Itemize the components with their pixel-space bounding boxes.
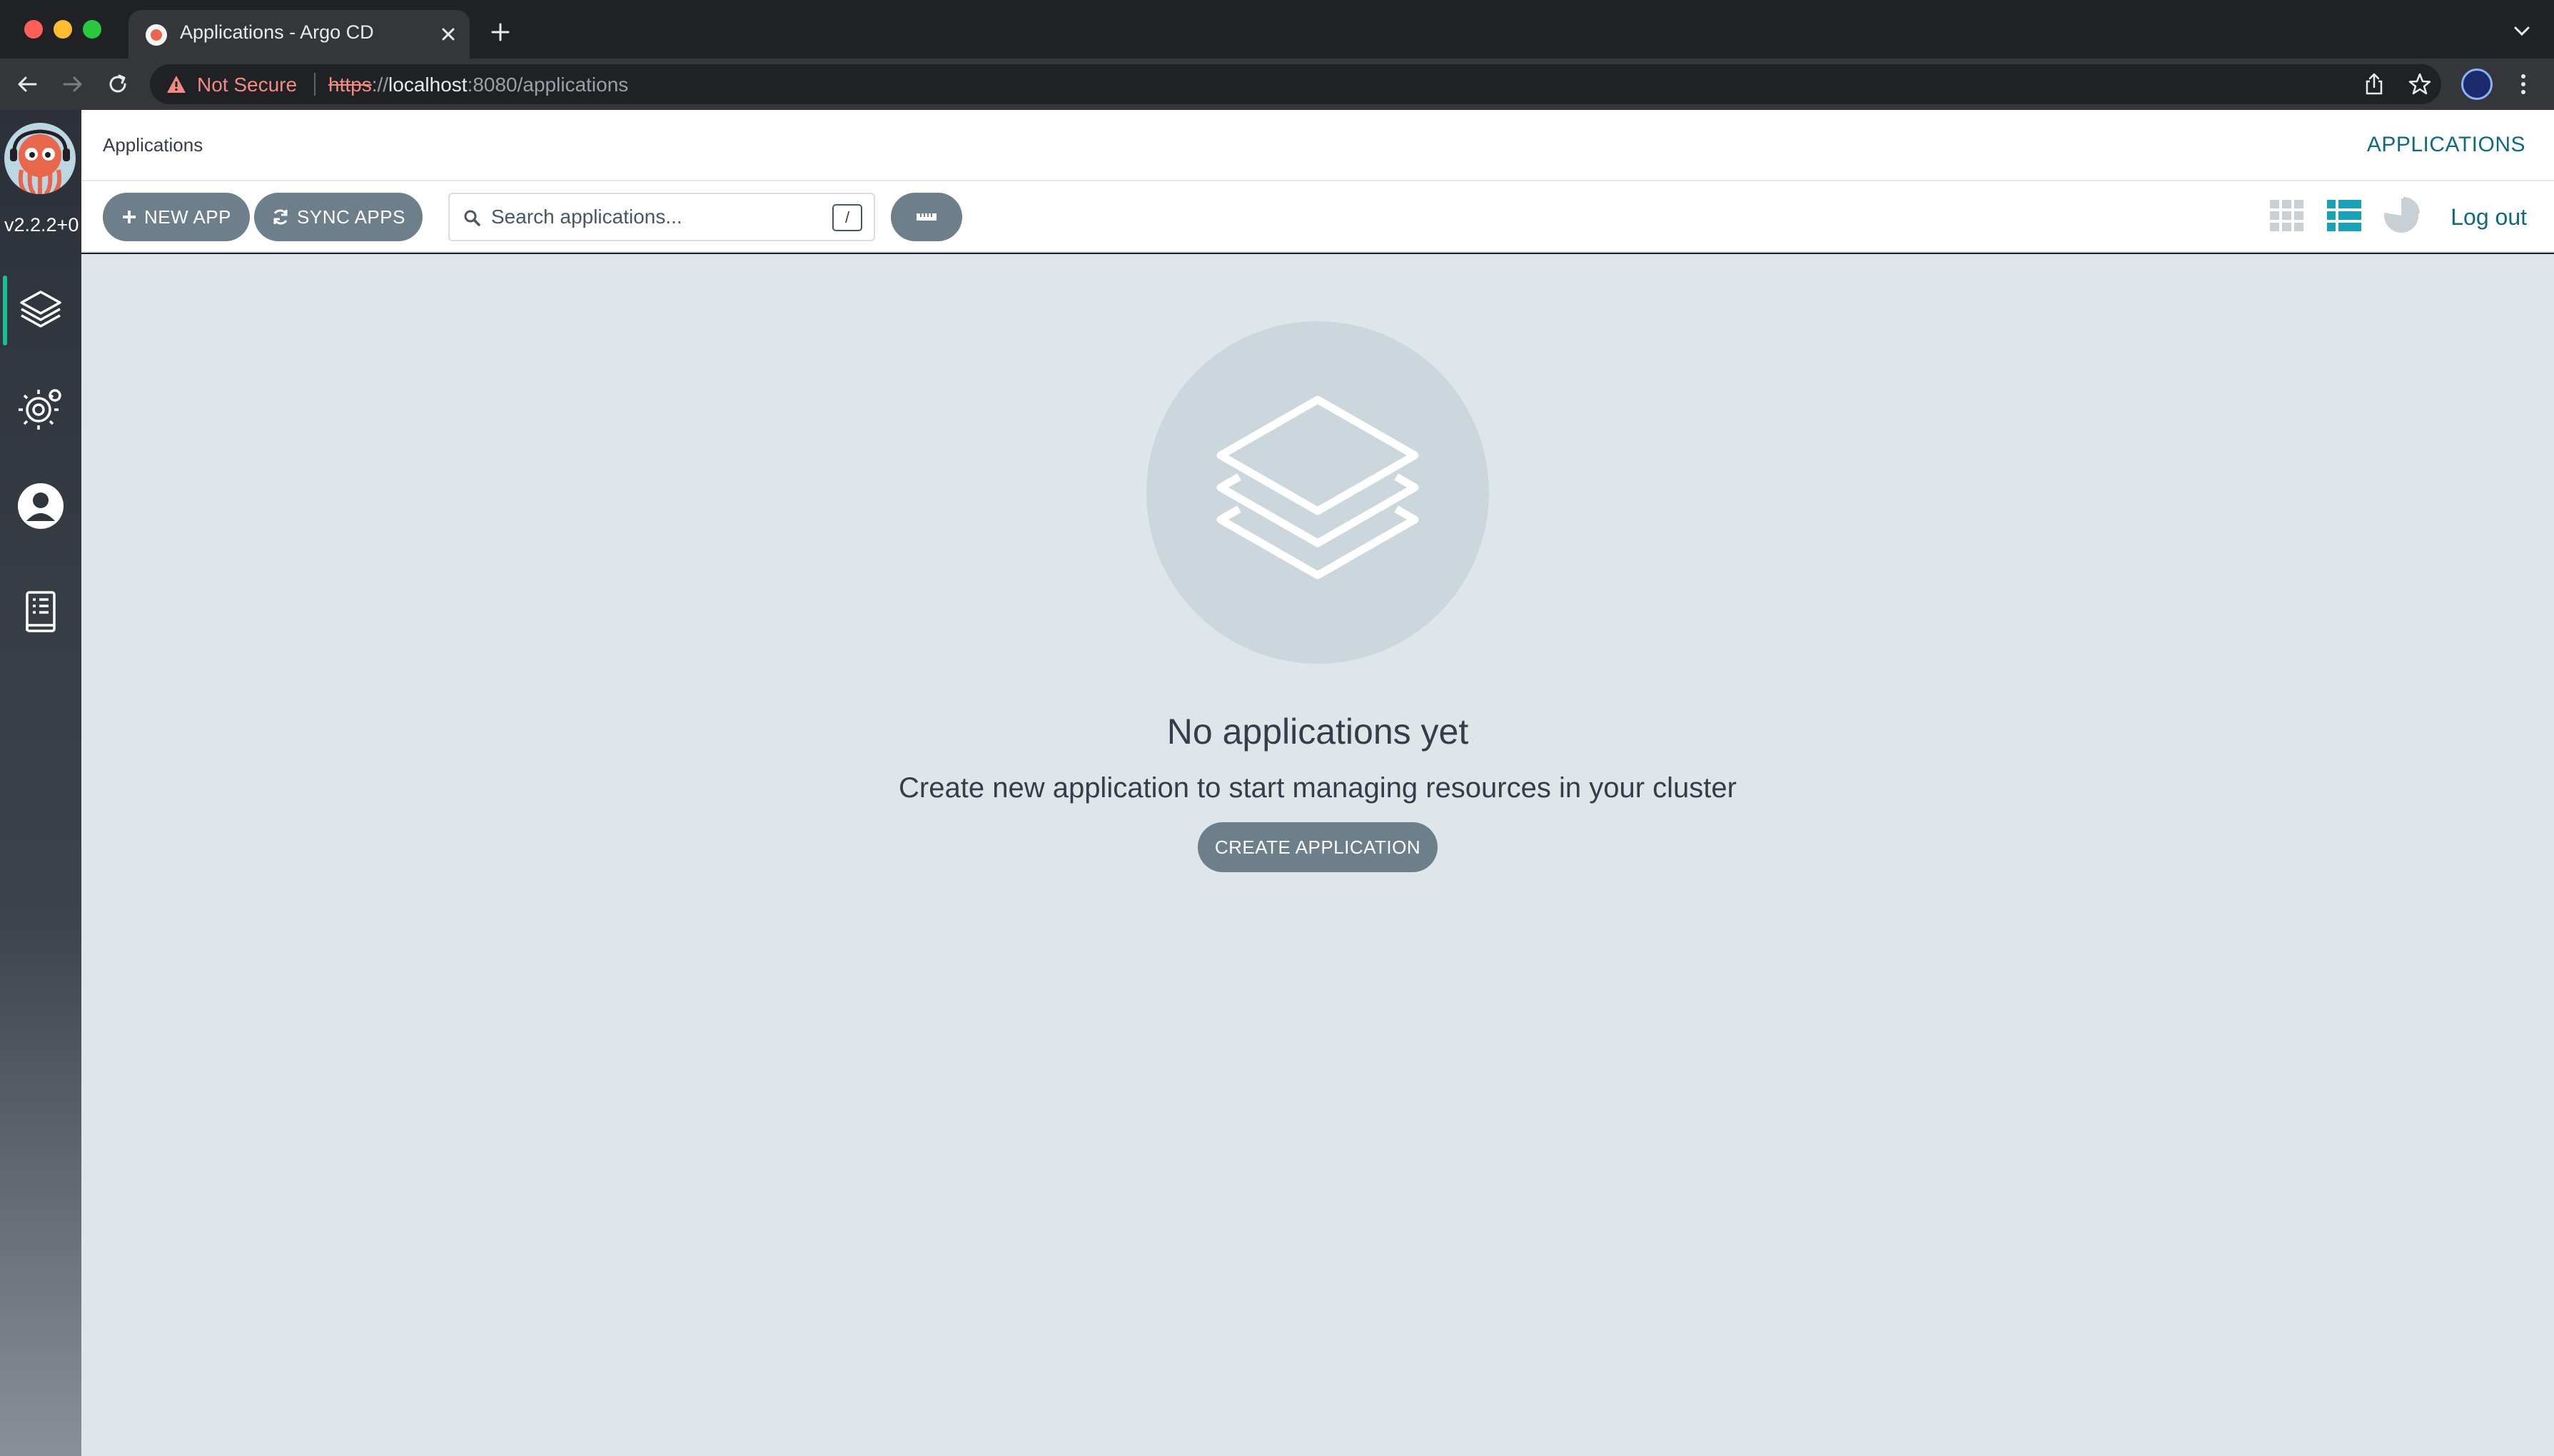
- browser-tab-active[interactable]: Applications - Argo CD: [128, 10, 470, 59]
- reload-icon[interactable]: [104, 70, 132, 98]
- applications-toolbar: NEW APP SYNC APPS / Log out: [81, 181, 2554, 253]
- argo-logo-icon[interactable]: [4, 123, 76, 194]
- user-icon: [18, 483, 64, 529]
- plus-icon: [123, 211, 136, 223]
- window-close-button[interactable]: [24, 20, 43, 39]
- url-host: localhost: [388, 74, 468, 96]
- argo-favicon-icon: [146, 24, 167, 46]
- address-bar[interactable]: Not Secure https://localhost:8080/applic…: [150, 64, 2441, 104]
- sidebar-item-settings[interactable]: [16, 384, 66, 434]
- profile-avatar[interactable]: [2461, 69, 2493, 100]
- sync-apps-label: SYNC APPS: [297, 206, 405, 228]
- version-label: v2.2.2+0: [4, 214, 79, 236]
- browser-tabstrip: Applications - Argo CD: [0, 0, 2554, 59]
- sidebar-item-documentation[interactable]: [16, 587, 66, 637]
- logout-link[interactable]: Log out: [2450, 204, 2527, 231]
- share-icon[interactable]: [2361, 71, 2387, 97]
- search-box: /: [448, 193, 875, 241]
- new-app-button[interactable]: NEW APP: [103, 193, 250, 241]
- sync-icon: [273, 209, 288, 225]
- breadcrumb[interactable]: Applications: [103, 134, 203, 156]
- browser-menu-icon[interactable]: [2513, 70, 2534, 98]
- applications-main: No applications yet Create new applicati…: [81, 254, 2554, 1456]
- page-title: APPLICATIONS: [2366, 133, 2525, 156]
- page-header: Applications APPLICATIONS: [81, 110, 2554, 181]
- layers-icon: [20, 290, 61, 328]
- layers-icon: [1216, 395, 1419, 580]
- gear-icon: [19, 389, 61, 430]
- url-scheme: https: [328, 74, 372, 96]
- summary-pie-icon[interactable]: [2380, 194, 2423, 237]
- filter-icon: [917, 213, 937, 221]
- empty-state-illustration: [1146, 321, 1489, 664]
- create-application-button[interactable]: CREATE APPLICATION: [1198, 822, 1438, 872]
- close-tab-icon[interactable]: [437, 23, 460, 46]
- tiles-view-icon[interactable]: [2266, 194, 2308, 237]
- empty-state-subtitle: Create new application to start managing…: [899, 772, 1737, 804]
- empty-state-title: No applications yet: [1166, 712, 1469, 752]
- back-arrow-icon[interactable]: [13, 70, 41, 98]
- window-minimize-button[interactable]: [54, 20, 72, 39]
- sidebar-item-user-info[interactable]: [16, 481, 66, 531]
- url-separator: ://: [371, 74, 389, 96]
- browser-toolbar: Not Secure https://localhost:8080/applic…: [0, 59, 2554, 110]
- sidebar-item-applications[interactable]: [16, 285, 66, 335]
- docs-icon: [26, 591, 56, 632]
- search-icon: [463, 208, 481, 227]
- sync-apps-button[interactable]: SYNC APPS: [254, 193, 423, 241]
- new-tab-icon[interactable]: [488, 20, 513, 44]
- window-zoom-button[interactable]: [83, 20, 101, 39]
- forward-arrow-icon[interactable]: [59, 70, 87, 98]
- not-secure-label[interactable]: Not Secure: [197, 74, 297, 96]
- argo-sidebar: v2.2.2+0: [0, 110, 81, 1456]
- tab-title: Applications - Argo CD: [180, 21, 374, 43]
- warning-triangle-icon: [166, 74, 187, 94]
- list-view-icon[interactable]: [2323, 194, 2366, 237]
- search-shortcut-hint: /: [832, 204, 862, 231]
- new-app-label: NEW APP: [144, 206, 231, 228]
- url-path: :8080/applications: [467, 74, 629, 96]
- url-text[interactable]: https://localhost:8080/applications: [328, 74, 628, 96]
- omnibox-divider: [314, 73, 316, 96]
- bookmark-star-icon[interactable]: [2407, 71, 2433, 97]
- chevron-down-icon[interactable]: [2511, 23, 2533, 40]
- filter-toggle-button[interactable]: [891, 193, 962, 241]
- active-nav-indicator: [3, 275, 7, 345]
- search-input[interactable]: [491, 203, 805, 231]
